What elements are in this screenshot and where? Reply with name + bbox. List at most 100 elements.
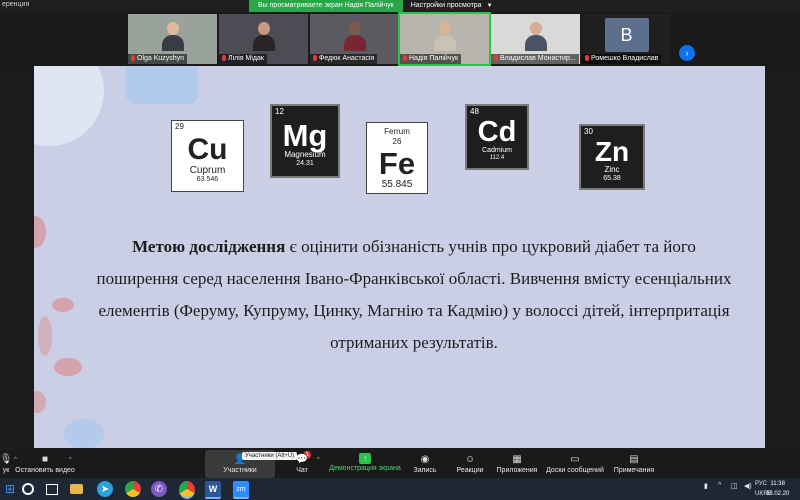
- windows-taskbar: ⊞ ➤ ✆ W zm ▮ ^ ◫ ◀) РУС UKRE 11:38 18.02.2…: [0, 478, 800, 500]
- atomic-number: 48: [470, 107, 479, 116]
- zoom-icon[interactable]: zm: [233, 481, 249, 499]
- participant-tile[interactable]: Лілія Мідак: [219, 14, 308, 64]
- element-card-mg: 12 Mg Magnesium 24.31: [270, 104, 340, 178]
- element-name: Magnesium: [284, 150, 326, 160]
- element-name: Cadmium: [482, 147, 512, 155]
- participant-tile[interactable]: Владислав Монастир...: [491, 14, 580, 64]
- record-label: Запись: [413, 467, 437, 474]
- whiteboards-label: Доски сообщений: [546, 467, 604, 474]
- decoration-shape: [126, 66, 198, 104]
- participant-video: [161, 22, 184, 51]
- atomic-mass: 55.845: [381, 179, 413, 190]
- participant-name: Надія Палійчук: [400, 54, 462, 64]
- avatar: В: [604, 18, 649, 52]
- screen-share-banner: Вы просматриваете экран Надія Палійчук Н…: [249, 0, 501, 12]
- atomic-mass: 24.31: [296, 160, 314, 168]
- mic-muted-icon: [313, 55, 317, 62]
- participant-name: Ромешко Владислав: [582, 54, 662, 64]
- notes-button[interactable]: ▤ Примечания: [612, 450, 656, 478]
- share-screen-icon: ↑: [359, 453, 371, 464]
- telegram-icon[interactable]: ➤: [97, 481, 113, 497]
- chat-icon: 💬: [295, 453, 309, 465]
- atomic-mass: 65.38: [603, 174, 621, 182]
- participant-video: [343, 22, 366, 51]
- network-icon[interactable]: ◫: [731, 482, 738, 490]
- shared-screen: 29 Cu Cuprum 63.546 12 Mg Magnesium 24.3…: [0, 66, 800, 450]
- element-card-fe: Ferrum 26 Fe 55.845: [366, 122, 428, 194]
- element-name: Zinc: [604, 164, 620, 174]
- file-explorer-icon[interactable]: [70, 484, 83, 494]
- record-button[interactable]: ◉ Запись: [410, 450, 440, 478]
- audio-label: ук: [2, 467, 10, 474]
- word-icon[interactable]: W: [205, 481, 221, 499]
- element-name: Ferrum: [384, 127, 410, 136]
- chrome-icon[interactable]: [125, 481, 141, 497]
- chevron-up-icon[interactable]: ^: [718, 482, 721, 489]
- search-icon: [22, 483, 34, 495]
- view-options-button[interactable]: Настройки просмотра ▼: [402, 0, 501, 12]
- participant-name: Лілія Мідак: [219, 54, 267, 64]
- element-symbol: Zn: [594, 135, 630, 167]
- whiteboard-icon: ▭: [570, 453, 580, 465]
- participant-tile[interactable]: Olga Kuzyshyn: [128, 14, 217, 64]
- screen-share-label: Демонстрация экрана: [329, 465, 401, 472]
- participant-strip: Olga Kuzyshyn Лілія Мідак Федюк Анастасі…: [0, 12, 800, 66]
- chrome-icon[interactable]: [179, 481, 195, 499]
- atomic-number: 12: [275, 107, 284, 116]
- stop-video-label: Остановить видео: [15, 467, 75, 474]
- participants-label: Участники: [223, 467, 257, 474]
- smiley-icon: ☺: [464, 453, 476, 465]
- reactions-label: Реакции: [456, 467, 484, 474]
- slide-body-text: Метою дослідження є оцінити обізнаність …: [94, 231, 734, 359]
- view-options-label: Настройки просмотра: [410, 2, 482, 9]
- participant-tile[interactable]: Федюк Анастасія: [310, 14, 399, 64]
- decoration-shape: [64, 419, 104, 448]
- notes-icon: ▤: [629, 453, 639, 465]
- blood-cell-decoration: [52, 298, 74, 312]
- participant-name: Федюк Анастасія: [310, 54, 378, 64]
- atomic-mass: 112.4: [489, 155, 505, 162]
- stop-video-button[interactable]: ■ Остановить видео: [15, 450, 75, 478]
- search-button[interactable]: [20, 481, 36, 497]
- volume-icon[interactable]: ◀): [744, 482, 752, 490]
- apps-icon: ▦: [512, 453, 522, 465]
- mic-muted-icon: [403, 55, 407, 62]
- audio-button[interactable]: 🎙 ук: [0, 450, 12, 478]
- notes-label: Примечания: [613, 467, 655, 474]
- windows-start-icon[interactable]: ⊞: [2, 481, 18, 497]
- chevron-down-icon: ▼: [486, 3, 493, 9]
- atomic-number: 26: [392, 137, 402, 146]
- participants-tooltip: Участники (Alt+U): [242, 452, 298, 460]
- microphone-icon: 🎙: [0, 453, 13, 465]
- decoration-shape: [34, 66, 104, 146]
- chevron-up-icon[interactable]: ^: [317, 457, 320, 463]
- participant-video: [252, 22, 275, 51]
- participant-video: [433, 22, 456, 51]
- element-card-cd: 48 Cd Cadmium 112.4: [465, 104, 529, 170]
- whiteboards-button[interactable]: ▭ Доски сообщений: [545, 450, 605, 478]
- atomic-mass: 63.546: [196, 175, 219, 183]
- blood-cell-decoration: [34, 216, 46, 248]
- window-title: еренция: [2, 1, 30, 8]
- blood-cell-decoration: [34, 391, 46, 413]
- mic-muted-icon: [494, 55, 498, 62]
- element-symbol: Cd: [477, 116, 517, 149]
- chat-label: Чат: [296, 467, 308, 474]
- element-card-cu: 29 Cu Cuprum 63.546: [171, 120, 244, 192]
- participant-tile-active-speaker[interactable]: Надія Палійчук: [398, 12, 491, 66]
- battery-icon[interactable]: ▮: [704, 482, 708, 490]
- chevron-up-icon[interactable]: ^: [69, 457, 72, 463]
- task-view-icon: [46, 483, 58, 495]
- task-view-button[interactable]: [44, 481, 60, 497]
- clock[interactable]: 11:38 18.02.20: [766, 479, 789, 499]
- atomic-number: 30: [584, 127, 593, 136]
- reactions-button[interactable]: ☺ Реакции: [455, 450, 485, 478]
- atomic-number: 29: [175, 122, 184, 131]
- viber-icon[interactable]: ✆: [151, 481, 167, 497]
- apps-button[interactable]: ▦ Приложения: [496, 450, 538, 478]
- participant-video: [524, 22, 547, 51]
- screen-share-button[interactable]: ↑ Демонстрация экрана: [329, 450, 401, 478]
- video-camera-icon: ■: [41, 453, 49, 465]
- chevron-right-icon[interactable]: ›: [679, 45, 695, 61]
- participant-tile[interactable]: В Ромешко Владислав: [582, 14, 671, 64]
